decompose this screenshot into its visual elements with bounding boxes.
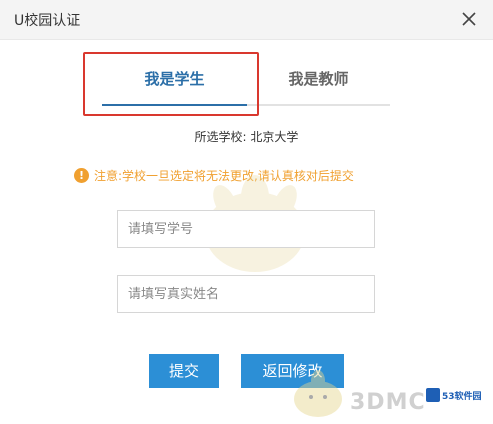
site-logo-icon xyxy=(426,388,440,402)
dialog-titlebar: U校园认证 xyxy=(0,0,493,40)
school-value: 北京大学 xyxy=(250,130,299,144)
warning-icon: ! xyxy=(74,167,89,183)
auth-dialog: U校园认证 我是学生 我是教师 所选学校: 北京大学 ! 注意:学校一旦选定将无… xyxy=(0,0,493,424)
tab-student[interactable]: 我是学生 xyxy=(102,52,247,106)
student-id-input[interactable] xyxy=(117,210,375,248)
submit-button[interactable]: 提交 xyxy=(149,354,219,388)
tab-teacher[interactable]: 我是教师 xyxy=(247,52,390,106)
dialog-title: U校园认证 xyxy=(14,13,81,29)
brand-watermark: 3DMC xyxy=(350,390,426,415)
selected-school: 所选学校: 北京大学 xyxy=(0,128,493,145)
site-watermark-text: 53软件园 xyxy=(442,391,482,402)
school-label: 所选学校: xyxy=(194,130,247,144)
mascot-logo-watermark xyxy=(294,370,342,417)
site-watermark: 53软件园 xyxy=(426,388,482,402)
close-icon[interactable] xyxy=(459,9,479,29)
real-name-input[interactable] xyxy=(117,275,375,313)
